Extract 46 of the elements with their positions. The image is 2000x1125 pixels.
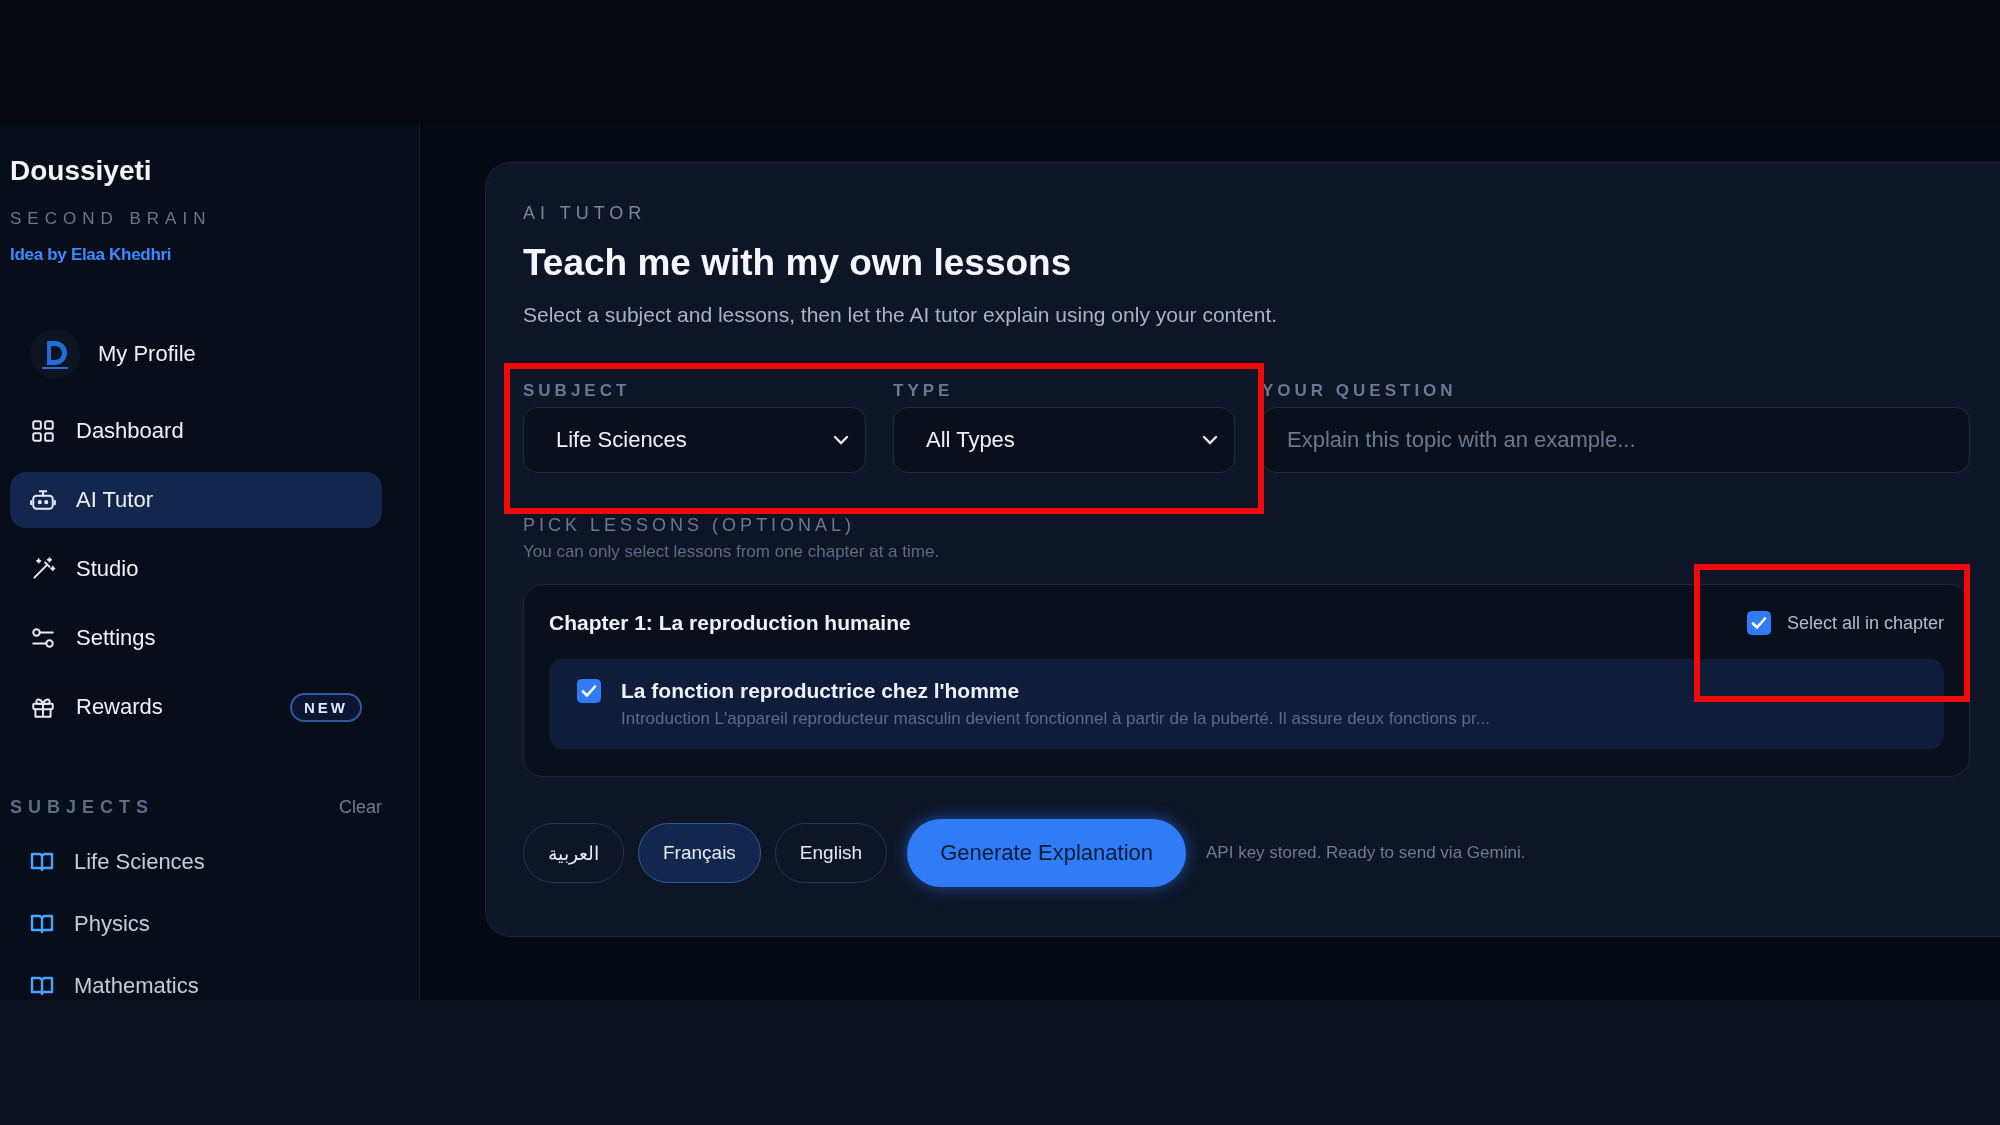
dropdown[interactable]: Life Sciences (523, 407, 866, 473)
profile-link[interactable]: My Profile (98, 341, 196, 367)
checkbox-label: Select all in chapter (1786, 612, 1944, 634)
book-icon (30, 850, 54, 874)
lesson-excerpt: Introduction L'appareil reproducteur masculin devient fonctionnel à partir de la puberté. Il assure deux fonctions pr... (621, 709, 1490, 729)
subject-link[interactable]: Life Sciences (74, 849, 205, 875)
page-title: Teach me with my own lessons (523, 242, 1073, 284)
section-heading: SUBJECTS (10, 797, 155, 818)
nav-item[interactable]: Settings (10, 610, 382, 666)
grid-icon (30, 418, 56, 444)
subject-link[interactable]: Mathematics (74, 973, 199, 999)
language-button[interactable]: Français (638, 823, 761, 883)
nav-item[interactable]: Studio (10, 541, 382, 597)
lesson-row[interactable]: La fonction reproductrice chez l'homme Introduction L'appareil reproducteur masculin devient fonctionnel à partir de la puberté. Il assure deux fonctions pr... (549, 659, 1944, 749)
book-icon (30, 912, 54, 936)
hint-text: You can only select lessons from one chapter at a time. (523, 542, 941, 562)
page-subtitle: Select a subject and lessons, then let the AI tutor explain using only your content. (523, 303, 1279, 327)
chevron-down-icon (833, 435, 849, 445)
generate-button[interactable]: Generate Explanation (907, 819, 1186, 887)
tagline: SECOND BRAIN (10, 209, 213, 229)
checkbox[interactable] (1746, 611, 1771, 635)
book-icon (30, 974, 54, 998)
app-name: Doussiyeti (10, 155, 153, 187)
question-field[interactable]: Explain this topic with an example... (1262, 407, 1970, 473)
chevron-down-icon (1202, 435, 1218, 445)
clear-link[interactable]: Clear (339, 797, 382, 818)
lesson-title: La fonction reproductrice chez l'homme (621, 679, 1021, 703)
subject-link[interactable]: Physics (74, 911, 150, 937)
eyebrow-label: AI TUTOR (523, 203, 648, 224)
field-label: YOUR QUESTION (1262, 381, 1457, 401)
field-label: SUBJECT (523, 381, 631, 401)
field-label: TYPE (893, 381, 954, 401)
nav-item[interactable]: AI Tutor (10, 472, 382, 528)
avatar[interactable] (30, 329, 80, 379)
nav-item[interactable]: Dashboard (10, 403, 382, 459)
section-heading: PICK LESSONS (OPTIONAL) (523, 515, 857, 536)
dropdown[interactable]: All Types (893, 407, 1235, 473)
new-badge: NEW (290, 692, 362, 722)
robot-icon (30, 487, 56, 513)
chapter-title: Chapter 1: La reproduction humaine (549, 611, 911, 635)
magic-wand-icon (30, 556, 56, 582)
sliders-icon (30, 625, 56, 651)
nav-item[interactable]: Rewards NEW (10, 679, 382, 735)
status-text: API key stored. Ready to send via Gemini. (1206, 843, 1526, 863)
checkbox[interactable] (577, 679, 601, 703)
credit-text: Idea by Elaa Khedhri (10, 245, 173, 265)
